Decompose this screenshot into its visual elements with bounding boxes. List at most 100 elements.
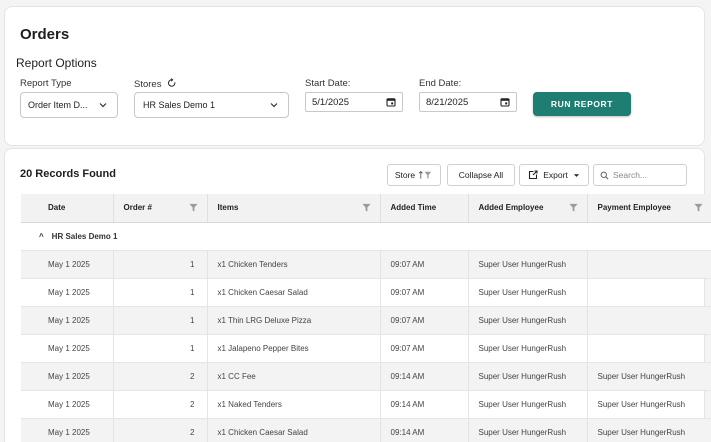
cell-time: 09:07 AM [380,278,469,307]
start-date-label: Start Date: [305,78,351,89]
cell-payment-employee [587,278,711,307]
col-added-employee-label: Added Employee [478,203,544,213]
cell-item: x1 Chicken Caesar Salad [207,278,381,307]
cell-date: May 1 2025 [21,250,114,279]
group-label: HR Sales Demo 1 [51,231,118,241]
cell-date: May 1 2025 [21,306,114,335]
cell-time: 09:07 AM [380,250,469,279]
store-sort-button[interactable]: Store [387,164,441,186]
start-date-input[interactable]: 5/1/2025 [305,92,403,112]
cell-added-employee: Super User HungerRush [468,250,588,279]
collapse-all-button[interactable]: Collapse All [447,164,515,186]
stores-select[interactable]: HR Sales Demo 1 [134,92,289,118]
cell-order: 2 [113,362,208,391]
filter-icon[interactable] [188,203,198,212]
cell-date: May 1 2025 [21,390,114,419]
sort-filter-icon [418,170,432,179]
chevron-down-icon [270,103,278,108]
run-report-button[interactable]: RUN REPORT [533,92,631,116]
store-sort-label: Store [394,170,416,180]
cell-item: x1 Chicken Tenders [207,250,381,279]
table-row: May 1 2025 1 x1 Jalapeno Pepper Bites 09… [21,334,711,363]
table-header-row: Date Order # Items Added Time Added Empl… [21,194,711,223]
orders-table: Date Order # Items Added Time Added Empl… [21,194,711,442]
report-options-card [4,6,705,146]
col-added-time-label: Added Time [390,203,437,213]
stores-value: HR Sales Demo 1 [143,100,216,110]
export-button[interactable]: Export [519,164,589,186]
filter-icon[interactable] [361,203,371,212]
records-count: 20 Records Found [20,168,116,180]
col-date[interactable]: Date [21,194,114,223]
refresh-icon[interactable] [167,78,177,88]
cell-item: x1 Jalapeno Pepper Bites [207,334,381,363]
report-type-select[interactable]: Order Item D... [20,92,118,118]
table-row: May 1 2025 1 x1 Thin LRG Deluxe Pizza 09… [21,306,711,335]
col-added-employee[interactable]: Added Employee [468,194,588,223]
chevron-up-icon[interactable]: ^ [39,232,44,241]
cell-payment-employee: Super User HungerRush [587,390,711,419]
report-options-title: Report Options [16,56,97,70]
table-row: May 1 2025 1 x1 Chicken Caesar Salad 09:… [21,278,711,307]
stores-label: Stores [134,78,177,90]
cell-item: x1 Thin LRG Deluxe Pizza [207,306,381,335]
calendar-icon[interactable] [386,97,396,107]
col-date-label: Date [48,203,66,213]
cell-date: May 1 2025 [21,362,114,391]
col-items-label: Items [217,203,239,213]
table-row: May 1 2025 2 x1 Naked Tenders 09:14 AM S… [21,390,711,419]
caret-down-icon [573,173,579,177]
export-label: Export [543,170,568,180]
cell-order: 2 [113,418,208,442]
search-box[interactable]: Search... [593,164,687,186]
cell-date: May 1 2025 [21,418,114,442]
cell-order: 1 [113,334,208,363]
export-icon [529,170,538,180]
cell-added-employee: Super User HungerRush [468,390,588,419]
cell-time: 09:07 AM [380,334,469,363]
search-icon [600,171,609,179]
cell-order: 2 [113,390,208,419]
cell-payment-employee [587,250,711,279]
end-date-label: End Date: [419,78,462,89]
cell-added-employee: Super User HungerRush [468,334,588,363]
cell-payment-employee: Super User HungerRush [587,362,711,391]
chevron-down-icon [99,103,107,108]
page-title: Orders [20,26,70,43]
col-items[interactable]: Items [207,194,381,223]
end-date-value: 8/21/2025 [426,96,469,108]
report-type-label: Report Type [20,78,72,89]
cell-item: x1 CC Fee [207,362,381,391]
cell-added-employee: Super User HungerRush [468,278,588,307]
col-order[interactable]: Order # [113,194,208,223]
stores-label-text: Stores [134,79,162,90]
cell-added-employee: Super User HungerRush [468,418,588,442]
cell-payment-employee [587,306,711,335]
group-row[interactable]: ^ HR Sales Demo 1 [21,222,711,251]
search-input: Search... [613,170,648,180]
cell-order: 1 [113,306,208,335]
col-payment-employee-label: Payment Employee [597,203,671,213]
col-payment-employee[interactable]: Payment Employee [587,194,711,223]
group-cell: ^ HR Sales Demo 1 [21,222,711,251]
cell-time: 09:07 AM [380,306,469,335]
cell-time: 09:14 AM [380,362,469,391]
cell-date: May 1 2025 [21,334,114,363]
report-type-value: Order Item D... [28,100,88,110]
cell-time: 09:14 AM [380,418,469,442]
cell-order: 1 [113,250,208,279]
cell-item: x1 Naked Tenders [207,390,381,419]
cell-payment-employee: Super User HungerRush [587,418,711,442]
end-date-input[interactable]: 8/21/2025 [419,92,517,112]
table-row: May 1 2025 1 x1 Chicken Tenders 09:07 AM… [21,250,711,279]
cell-order: 1 [113,278,208,307]
cell-added-employee: Super User HungerRush [468,362,588,391]
calendar-icon[interactable] [500,97,510,107]
filter-icon[interactable] [568,203,578,212]
table-row: May 1 2025 2 x1 CC Fee 09:14 AM Super Us… [21,362,711,391]
start-date-value: 5/1/2025 [312,96,349,108]
filter-icon[interactable] [693,203,703,212]
cell-added-employee: Super User HungerRush [468,306,588,335]
col-added-time[interactable]: Added Time [380,194,469,223]
cell-time: 09:14 AM [380,390,469,419]
